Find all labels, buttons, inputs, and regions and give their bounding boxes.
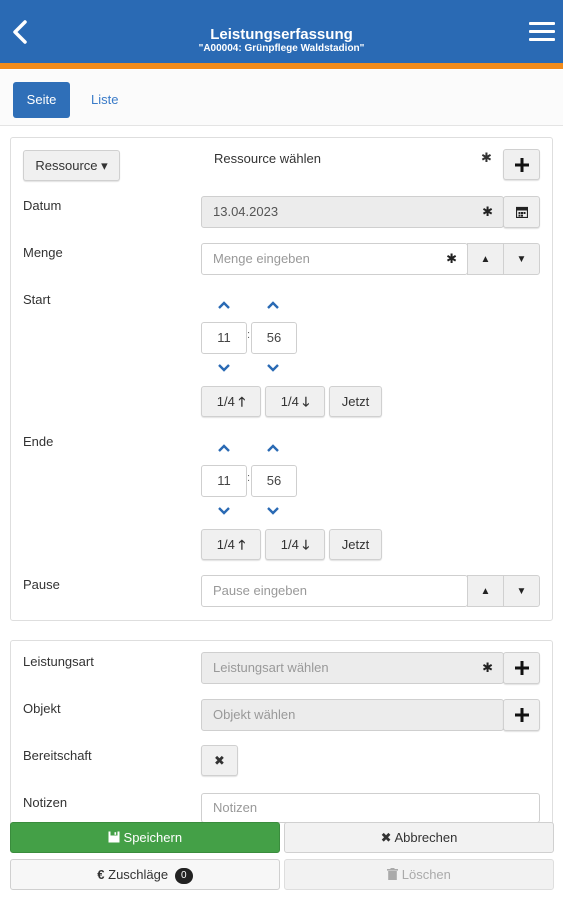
ende-minute-down-icon[interactable] — [266, 506, 280, 516]
menge-decrement-button[interactable]: ▼ — [503, 243, 540, 275]
objekt-label: Objekt — [23, 701, 61, 716]
pause-label: Pause — [23, 577, 60, 592]
ende-now-button[interactable]: Jetzt — [329, 529, 382, 560]
pause-increment-button[interactable]: ▲ — [467, 575, 504, 607]
start-minute-input[interactable]: 56 — [251, 322, 297, 354]
ende-hour-down-icon[interactable] — [217, 506, 231, 516]
ende-minute-input[interactable]: 56 — [251, 465, 297, 497]
calendar-button[interactable] — [503, 196, 540, 228]
leistungsart-input[interactable]: Leistungsart wählen ✱ — [201, 652, 504, 684]
delete-button[interactable]: Löschen — [284, 859, 554, 890]
datum-input[interactable]: 13.04.2023 ✱ — [201, 196, 504, 228]
menge-input[interactable]: Menge eingeben ✱ — [201, 243, 468, 275]
close-x-icon: ✖ — [214, 753, 225, 768]
cancel-button[interactable]: ✖ Abbrechen — [284, 822, 554, 853]
page-title: Leistungserfassung — [210, 26, 353, 43]
start-now-button[interactable]: Jetzt — [329, 386, 382, 417]
menge-increment-button[interactable]: ▲ — [467, 243, 504, 275]
start-label: Start — [23, 292, 51, 307]
ende-hour-input[interactable]: 11 — [201, 465, 247, 497]
ende-colon: : — [247, 472, 251, 484]
tab-bar: Seite Liste — [0, 70, 563, 126]
start-colon: : — [247, 329, 251, 341]
up-triangle-icon: ▲ — [480, 585, 491, 597]
ende-quarter-down-button[interactable]: 1/4 🡓 — [265, 529, 325, 560]
start-quarter-down-button[interactable]: 1/4 🡓 — [265, 386, 325, 417]
leistungsart-required-icon: ✱ — [482, 660, 493, 675]
arrow-up-icon: 🡑 — [238, 537, 246, 552]
leistungsart-label: Leistungsart — [23, 654, 94, 669]
datum-required-icon: ✱ — [482, 204, 493, 219]
start-hour-down-icon[interactable] — [217, 363, 231, 373]
bereitschaft-toggle[interactable]: ✖ — [201, 745, 238, 776]
up-triangle-icon: ▲ — [480, 253, 491, 265]
ressource-value[interactable]: Ressource wählen — [214, 151, 321, 166]
menge-label: Menge — [23, 245, 63, 260]
ressource-required-icon: ✱ — [481, 150, 492, 165]
euro-icon: € — [97, 867, 105, 882]
pause-decrement-button[interactable]: ▼ — [503, 575, 540, 607]
ende-hour-up-icon[interactable] — [217, 443, 231, 453]
notizen-label: Notizen — [23, 795, 68, 810]
start-minute-down-icon[interactable] — [266, 363, 280, 373]
plus-icon — [514, 708, 529, 722]
ende-minute-up-icon[interactable] — [266, 443, 280, 453]
arrow-down-icon: 🡓 — [302, 394, 310, 409]
calendar-icon — [515, 206, 528, 219]
accent-bar — [0, 63, 563, 69]
notizen-input[interactable]: Notizen — [201, 793, 540, 823]
bereitschaft-label: Bereitschaft — [23, 748, 92, 763]
tab-liste[interactable]: Liste — [91, 92, 118, 107]
objekt-input[interactable]: Objekt wählen — [201, 699, 504, 731]
add-ressource-button[interactable] — [503, 149, 540, 180]
menge-required-icon: ✱ — [446, 251, 457, 266]
tab-seite[interactable]: Seite — [13, 82, 70, 118]
plus-icon — [514, 661, 529, 675]
close-x-icon: ✖ — [380, 830, 392, 845]
arrow-down-icon: 🡓 — [302, 537, 310, 552]
start-quarter-up-button[interactable]: 1/4 🡑 — [201, 386, 261, 417]
start-minute-up-icon[interactable] — [266, 300, 280, 310]
add-leistungsart-button[interactable] — [503, 652, 540, 684]
app-header: Leistungserfassung "A00004: Grünpflege W… — [0, 0, 563, 69]
ende-quarter-up-button[interactable]: 1/4 🡑 — [201, 529, 261, 560]
datum-label: Datum — [23, 198, 62, 213]
trash-icon — [387, 868, 399, 880]
surcharges-count-badge: 0 — [174, 867, 193, 884]
ende-label: Ende — [23, 434, 54, 449]
plus-icon — [514, 158, 529, 172]
ressource-dropdown-button[interactable]: Ressource ▾ — [23, 150, 120, 181]
start-hour-up-icon[interactable] — [217, 300, 231, 310]
save-button[interactable]: Speichern — [10, 822, 280, 853]
page-subtitle: "A00004: Grünpflege Waldstadion" — [198, 43, 365, 54]
arrow-up-icon: 🡑 — [238, 394, 246, 409]
down-triangle-icon: ▼ — [516, 253, 527, 265]
add-objekt-button[interactable] — [503, 699, 540, 731]
start-hour-input[interactable]: 11 — [201, 322, 247, 354]
pause-input[interactable]: Pause eingeben — [201, 575, 468, 607]
down-triangle-icon: ▼ — [516, 585, 527, 597]
floppy-disk-icon — [108, 831, 120, 843]
hamburger-menu-icon[interactable] — [529, 22, 555, 42]
surcharges-button[interactable]: € Zuschläge 0 — [10, 859, 280, 890]
